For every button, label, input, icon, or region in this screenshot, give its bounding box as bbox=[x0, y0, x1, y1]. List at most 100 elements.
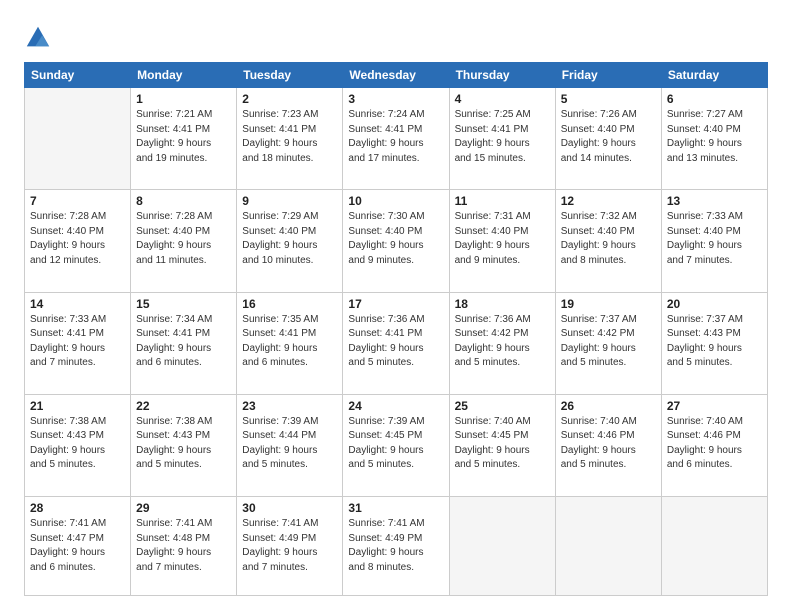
day-info: Sunrise: 7:34 AM Sunset: 4:41 PM Dayligh… bbox=[136, 313, 231, 371]
calendar-cell: 10 Sunrise: 7:30 AM Sunset: 4:40 PM Dayli… bbox=[343, 190, 449, 292]
calendar-cell: 26Sunrise: 7:40 AM Sunset: 4:46 PM Dayli… bbox=[555, 394, 661, 496]
calendar-cell: 16 Sunrise: 7:35 AM Sunset: 4:41 PM Dayli… bbox=[237, 292, 343, 394]
day-number: 6 bbox=[667, 92, 762, 106]
day-info: Sunrise: 7:36 AM Sunset: 4:42 PM Dayligh… bbox=[455, 313, 550, 371]
day-info: Sunrise: 7:40 AM Sunset: 4:46 PM Dayligh… bbox=[667, 415, 762, 473]
calendar-table: SundayMondayTuesdayWednesdayThursdayFrid… bbox=[24, 62, 768, 596]
day-info: Sunrise: 7:36 AM Sunset: 4:41 PM Dayligh… bbox=[348, 313, 443, 371]
day-info: Sunrise: 7:39 AM Sunset: 4:45 PM Dayligh… bbox=[348, 415, 443, 473]
calendar-cell: 3 Sunrise: 7:24 AM Sunset: 4:41 PM Daylig… bbox=[343, 88, 449, 190]
day-info: Sunrise: 7:29 AM Sunset: 4:40 PM Dayligh… bbox=[242, 210, 337, 268]
weekday-header-thursday: Thursday bbox=[449, 63, 555, 88]
day-info: Sunrise: 7:28 AM Sunset: 4:40 PM Dayligh… bbox=[136, 210, 231, 268]
logo-icon bbox=[24, 24, 52, 52]
week-row-5: 28 Sunrise: 7:41 AM Sunset: 4:47 PM Dayli… bbox=[25, 497, 768, 596]
day-info: Sunrise: 7:27 AM Sunset: 4:40 PM Dayligh… bbox=[667, 108, 762, 166]
day-info: Sunrise: 7:25 AM Sunset: 4:41 PM Dayligh… bbox=[455, 108, 550, 166]
day-number: 5 bbox=[561, 92, 656, 106]
calendar-cell: 1 Sunrise: 7:21 AM Sunset: 4:41 PM Daylig… bbox=[131, 88, 237, 190]
day-info: Sunrise: 7:33 AM Sunset: 4:40 PM Dayligh… bbox=[667, 210, 762, 268]
calendar-cell: 4 Sunrise: 7:25 AM Sunset: 4:41 PM Daylig… bbox=[449, 88, 555, 190]
calendar-cell: 20 Sunrise: 7:37 AM Sunset: 4:43 PM Dayli… bbox=[661, 292, 767, 394]
calendar-cell: 15 Sunrise: 7:34 AM Sunset: 4:41 PM Dayli… bbox=[131, 292, 237, 394]
weekday-header-saturday: Saturday bbox=[661, 63, 767, 88]
day-info: Sunrise: 7:41 AM Sunset: 4:48 PM Dayligh… bbox=[136, 517, 231, 575]
week-row-1: 1 Sunrise: 7:21 AM Sunset: 4:41 PM Daylig… bbox=[25, 88, 768, 190]
calendar-cell bbox=[661, 497, 767, 596]
day-number: 7 bbox=[30, 194, 125, 208]
calendar-cell: 2 Sunrise: 7:23 AM Sunset: 4:41 PM Daylig… bbox=[237, 88, 343, 190]
day-info: Sunrise: 7:41 AM Sunset: 4:47 PM Dayligh… bbox=[30, 517, 125, 575]
day-info: Sunrise: 7:37 AM Sunset: 4:42 PM Dayligh… bbox=[561, 313, 656, 371]
day-info: Sunrise: 7:26 AM Sunset: 4:40 PM Dayligh… bbox=[561, 108, 656, 166]
day-info: Sunrise: 7:39 AM Sunset: 4:44 PM Dayligh… bbox=[242, 415, 337, 473]
day-info: Sunrise: 7:32 AM Sunset: 4:40 PM Dayligh… bbox=[561, 210, 656, 268]
calendar-cell: 24 Sunrise: 7:39 AM Sunset: 4:45 PM Dayli… bbox=[343, 394, 449, 496]
day-info: Sunrise: 7:33 AM Sunset: 4:41 PM Dayligh… bbox=[30, 313, 125, 371]
day-info: Sunrise: 7:35 AM Sunset: 4:41 PM Dayligh… bbox=[242, 313, 337, 371]
day-number: 21 bbox=[30, 399, 125, 413]
day-number: 2 bbox=[242, 92, 337, 106]
calendar-cell: 7 Sunrise: 7:28 AM Sunset: 4:40 PM Daylig… bbox=[25, 190, 131, 292]
day-number: 23 bbox=[242, 399, 337, 413]
day-info: Sunrise: 7:37 AM Sunset: 4:43 PM Dayligh… bbox=[667, 313, 762, 371]
calendar-cell: 21Sunrise: 7:38 AM Sunset: 4:43 PM Dayli… bbox=[25, 394, 131, 496]
day-info: Sunrise: 7:28 AM Sunset: 4:40 PM Dayligh… bbox=[30, 210, 125, 268]
calendar-cell: 9 Sunrise: 7:29 AM Sunset: 4:40 PM Daylig… bbox=[237, 190, 343, 292]
day-number: 17 bbox=[348, 297, 443, 311]
day-number: 12 bbox=[561, 194, 656, 208]
calendar-cell: 30 Sunrise: 7:41 AM Sunset: 4:49 PM Dayli… bbox=[237, 497, 343, 596]
calendar-cell: 14 Sunrise: 7:33 AM Sunset: 4:41 PM Dayli… bbox=[25, 292, 131, 394]
day-number: 19 bbox=[561, 297, 656, 311]
calendar-cell: 31Sunrise: 7:41 AM Sunset: 4:49 PM Dayli… bbox=[343, 497, 449, 596]
weekday-header-friday: Friday bbox=[555, 63, 661, 88]
week-row-2: 7 Sunrise: 7:28 AM Sunset: 4:40 PM Daylig… bbox=[25, 190, 768, 292]
calendar-cell: 12 Sunrise: 7:32 AM Sunset: 4:40 PM Dayli… bbox=[555, 190, 661, 292]
day-number: 16 bbox=[242, 297, 337, 311]
day-number: 10 bbox=[348, 194, 443, 208]
day-info: Sunrise: 7:23 AM Sunset: 4:41 PM Dayligh… bbox=[242, 108, 337, 166]
calendar-cell: 23 Sunrise: 7:39 AM Sunset: 4:44 PM Dayli… bbox=[237, 394, 343, 496]
calendar-cell: 27 Sunrise: 7:40 AM Sunset: 4:46 PM Dayli… bbox=[661, 394, 767, 496]
day-number: 15 bbox=[136, 297, 231, 311]
week-row-4: 21 Sunrise: 7:38 AM Sunset: 4:43 PM Dayli… bbox=[25, 394, 768, 496]
weekday-header-tuesday: Tuesday bbox=[237, 63, 343, 88]
day-number: 14 bbox=[30, 297, 125, 311]
day-number: 24 bbox=[348, 399, 443, 413]
day-number: 1 bbox=[136, 92, 231, 106]
calendar-cell: 11Sunrise: 7:31 AM Sunset: 4:40 PM Dayli… bbox=[449, 190, 555, 292]
weekday-header-row: SundayMondayTuesdayWednesdayThursdayFrid… bbox=[25, 63, 768, 88]
day-number: 8 bbox=[136, 194, 231, 208]
day-number: 13 bbox=[667, 194, 762, 208]
calendar-cell: 25Sunrise: 7:40 AM Sunset: 4:45 PM Dayli… bbox=[449, 394, 555, 496]
calendar-cell: 13 Sunrise: 7:33 AM Sunset: 4:40 PM Dayli… bbox=[661, 190, 767, 292]
day-info: Sunrise: 7:40 AM Sunset: 4:45 PM Dayligh… bbox=[455, 415, 550, 473]
day-number: 3 bbox=[348, 92, 443, 106]
logo bbox=[24, 24, 54, 52]
day-number: 11 bbox=[455, 194, 550, 208]
day-info: Sunrise: 7:40 AM Sunset: 4:46 PM Dayligh… bbox=[561, 415, 656, 473]
day-number: 30 bbox=[242, 501, 337, 515]
day-number: 28 bbox=[30, 501, 125, 515]
calendar-cell: 22Sunrise: 7:38 AM Sunset: 4:43 PM Dayli… bbox=[131, 394, 237, 496]
day-info: Sunrise: 7:30 AM Sunset: 4:40 PM Dayligh… bbox=[348, 210, 443, 268]
calendar-cell bbox=[555, 497, 661, 596]
header bbox=[24, 20, 768, 52]
day-number: 27 bbox=[667, 399, 762, 413]
day-info: Sunrise: 7:21 AM Sunset: 4:41 PM Dayligh… bbox=[136, 108, 231, 166]
calendar-cell: 5 Sunrise: 7:26 AM Sunset: 4:40 PM Daylig… bbox=[555, 88, 661, 190]
day-info: Sunrise: 7:41 AM Sunset: 4:49 PM Dayligh… bbox=[242, 517, 337, 575]
weekday-header-sunday: Sunday bbox=[25, 63, 131, 88]
day-number: 9 bbox=[242, 194, 337, 208]
day-number: 20 bbox=[667, 297, 762, 311]
calendar-cell: 6 Sunrise: 7:27 AM Sunset: 4:40 PM Daylig… bbox=[661, 88, 767, 190]
day-number: 18 bbox=[455, 297, 550, 311]
calendar-cell bbox=[25, 88, 131, 190]
calendar-cell bbox=[449, 497, 555, 596]
day-info: Sunrise: 7:38 AM Sunset: 4:43 PM Dayligh… bbox=[136, 415, 231, 473]
day-number: 29 bbox=[136, 501, 231, 515]
day-info: Sunrise: 7:24 AM Sunset: 4:41 PM Dayligh… bbox=[348, 108, 443, 166]
day-number: 4 bbox=[455, 92, 550, 106]
week-row-3: 14 Sunrise: 7:33 AM Sunset: 4:41 PM Dayli… bbox=[25, 292, 768, 394]
calendar-cell: 18 Sunrise: 7:36 AM Sunset: 4:42 PM Dayli… bbox=[449, 292, 555, 394]
